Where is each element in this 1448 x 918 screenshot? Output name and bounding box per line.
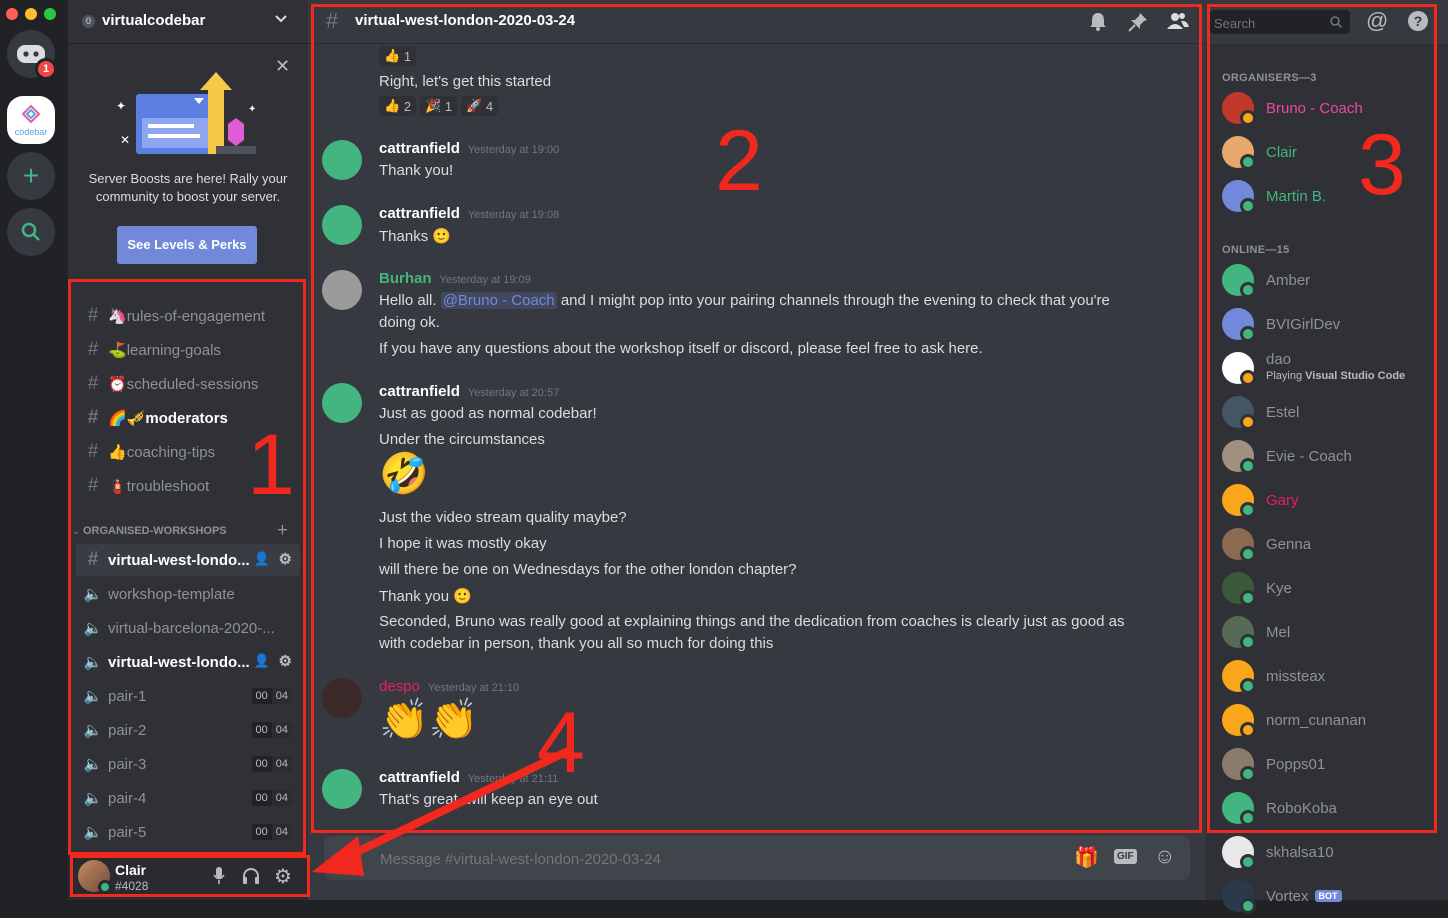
svg-text:✦: ✦ bbox=[116, 99, 126, 113]
boost-illustration: ✦ ✦ ✕ bbox=[116, 72, 256, 154]
server-icon-codebar[interactable]: codebar bbox=[7, 96, 55, 144]
gif-icon[interactable]: GIF bbox=[1114, 849, 1137, 864]
member-name: Vortex bbox=[1266, 887, 1309, 905]
plus-icon: + bbox=[22, 160, 40, 191]
add-server-button[interactable]: + bbox=[7, 152, 55, 200]
notification-badge: 1 bbox=[35, 58, 57, 80]
bot-badge: BOT bbox=[1314, 890, 1342, 902]
see-levels-perks-button[interactable]: See Levels & Perks bbox=[117, 226, 257, 264]
status-icon bbox=[1240, 854, 1256, 870]
member-avatar bbox=[1222, 836, 1256, 870]
window-minimize-button[interactable] bbox=[25, 8, 37, 20]
window-zoom-button[interactable] bbox=[44, 8, 56, 20]
search-icon bbox=[21, 222, 40, 241]
annotation-box-4 bbox=[70, 855, 310, 897]
window-close-button[interactable] bbox=[6, 8, 18, 20]
gift-icon[interactable]: 🎁 bbox=[1074, 845, 1099, 870]
server-boost-level: 0 bbox=[82, 15, 95, 28]
server-label: codebar bbox=[14, 126, 48, 137]
annotation-number-2: 2 bbox=[715, 113, 763, 209]
member-avatar bbox=[1222, 880, 1256, 914]
member-item[interactable]: Vortex BOT bbox=[1222, 874, 1442, 918]
server-boost-card: ✕ ✦ ✦ ✕ Server Boosts are here! Rally yo… bbox=[68, 44, 308, 274]
member-item[interactable]: skhalsa10 bbox=[1222, 830, 1442, 874]
server-rail: 1 codebar + bbox=[0, 0, 68, 900]
explore-servers-button[interactable] bbox=[7, 208, 55, 256]
annotation-box-1 bbox=[68, 279, 306, 855]
annotation-number-3: 3 bbox=[1358, 117, 1406, 213]
server-name: virtualcodebar bbox=[102, 12, 206, 29]
server-header[interactable]: 0 virtualcodebar bbox=[68, 0, 308, 44]
svg-text:✦: ✦ bbox=[248, 104, 256, 115]
annotation-arrow bbox=[312, 746, 572, 876]
close-icon[interactable]: ✕ bbox=[275, 56, 290, 77]
svg-text:✕: ✕ bbox=[120, 133, 130, 147]
emoji-icon[interactable]: ☺ bbox=[1154, 845, 1175, 869]
annotation-number-1: 1 bbox=[247, 417, 295, 513]
codebar-logo-icon bbox=[21, 104, 41, 123]
home-button[interactable]: 1 bbox=[7, 30, 57, 80]
boost-text: Server Boosts are here! Rally your commu… bbox=[88, 171, 288, 204]
member-name: skhalsa10 bbox=[1266, 843, 1334, 861]
status-icon bbox=[1240, 898, 1256, 914]
chevron-down-icon[interactable] bbox=[274, 12, 288, 31]
